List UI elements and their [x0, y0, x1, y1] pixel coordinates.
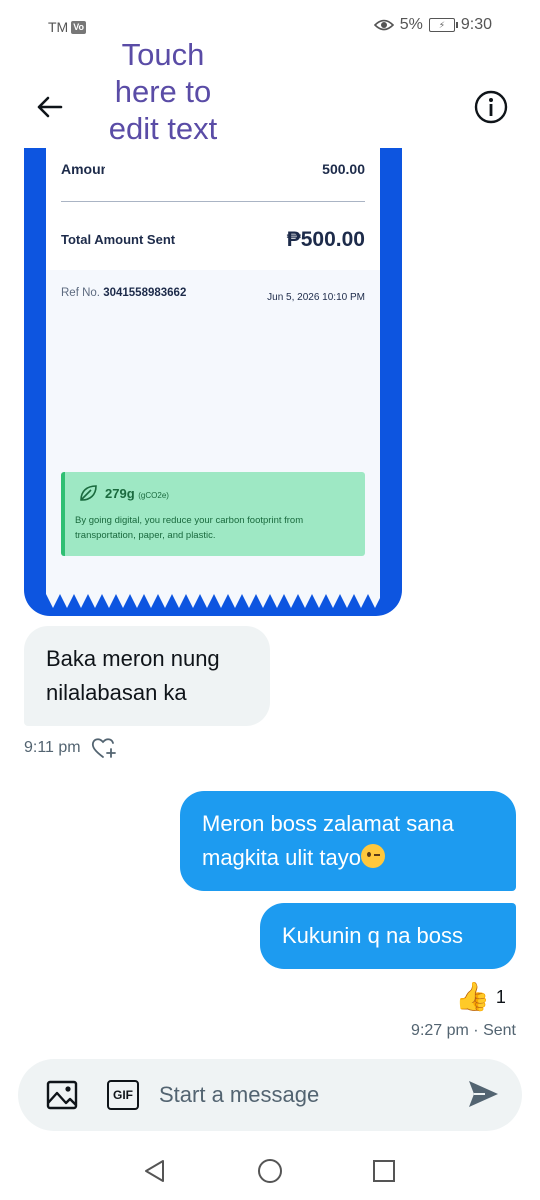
- reaction[interactable]: 👍 1: [455, 982, 506, 1012]
- heart-plus-icon[interactable]: [91, 736, 117, 760]
- eye-icon: [373, 19, 394, 31]
- carbon-amount: 279g: [105, 486, 135, 501]
- status-indicators: 5% ⚡ 9:30: [373, 16, 492, 34]
- leaf-icon: [80, 485, 97, 501]
- nav-recent-apps-icon[interactable]: [372, 1159, 396, 1183]
- image-icon[interactable]: [46, 1079, 78, 1111]
- outgoing-message[interactable]: Meron boss zalamat sana magkita ulit tay…: [180, 791, 516, 891]
- clock: 9:30: [460, 16, 492, 33]
- receipt-image[interactable]: Amount 500.00 Total Amount Sent ₱500.00 …: [24, 148, 402, 616]
- total-amount-label: Total Amount Sent: [61, 232, 176, 247]
- divider: [61, 201, 365, 202]
- status-bar: TM Vo 5% ⚡ 9:30: [0, 0, 540, 52]
- nav-back-icon[interactable]: [142, 1158, 168, 1184]
- send-icon[interactable]: [465, 1076, 501, 1112]
- reference-line: Ref No. 3041558983662: [61, 287, 186, 299]
- receipt-summary: Amount 500.00 Total Amount Sent ₱500.00: [46, 148, 380, 270]
- thumbs-up-icon: 👍: [455, 981, 490, 1012]
- incoming-message[interactable]: Baka meron nung nilalabasan ka: [24, 626, 270, 726]
- carbon-description: By going digital, you reduce your carbon…: [75, 515, 304, 541]
- carbon-unit: (gCO2e): [138, 491, 169, 500]
- transaction-date: Jun 5, 2026 10:10 PM: [267, 292, 365, 303]
- receipt-zigzag-edge: [46, 594, 380, 612]
- carrier-info: TM Vo: [48, 19, 87, 35]
- battery-icon: ⚡: [428, 18, 458, 32]
- ref-label: Ref No.: [61, 287, 100, 299]
- carrier-badge: Vo: [71, 20, 87, 34]
- wink-emoji-icon: [360, 844, 385, 868]
- back-button[interactable]: [30, 88, 68, 126]
- incoming-timestamp: 9:11 pm: [24, 739, 81, 756]
- nav-home-icon[interactable]: [257, 1158, 283, 1184]
- carbon-value: 279g (gCO2e): [105, 486, 169, 501]
- ref-number: 3041558983662: [103, 287, 187, 299]
- edit-text-overlay[interactable]: Touch here to edit text: [98, 36, 228, 147]
- arrow-left-icon: [37, 96, 63, 118]
- message-input[interactable]: [159, 1077, 449, 1113]
- message-composer: GIF: [18, 1059, 522, 1131]
- amount-value: 500.00: [322, 161, 365, 177]
- reaction-count: 1: [495, 986, 506, 1007]
- total-amount-value: ₱500.00: [286, 228, 365, 251]
- battery-percent: 5%: [399, 16, 423, 33]
- carrier-name: TM: [48, 19, 69, 35]
- sent-status: 9:27 pm · Sent: [411, 1022, 516, 1039]
- receipt-body: Amount 500.00 Total Amount Sent ₱500.00 …: [46, 148, 380, 612]
- amount-label: Amount: [61, 161, 105, 177]
- info-circle-icon: [474, 90, 508, 124]
- gif-button[interactable]: GIF: [107, 1080, 139, 1110]
- incoming-message-meta: 9:11 pm: [24, 736, 117, 760]
- info-button[interactable]: [473, 89, 509, 125]
- outgoing-message-text: Meron boss zalamat sana magkita ulit tay…: [202, 811, 454, 870]
- carbon-footprint-card: 279g (gCO2e) By going digital, you reduc…: [61, 472, 365, 556]
- outgoing-message[interactable]: Kukunin q na boss: [260, 903, 516, 969]
